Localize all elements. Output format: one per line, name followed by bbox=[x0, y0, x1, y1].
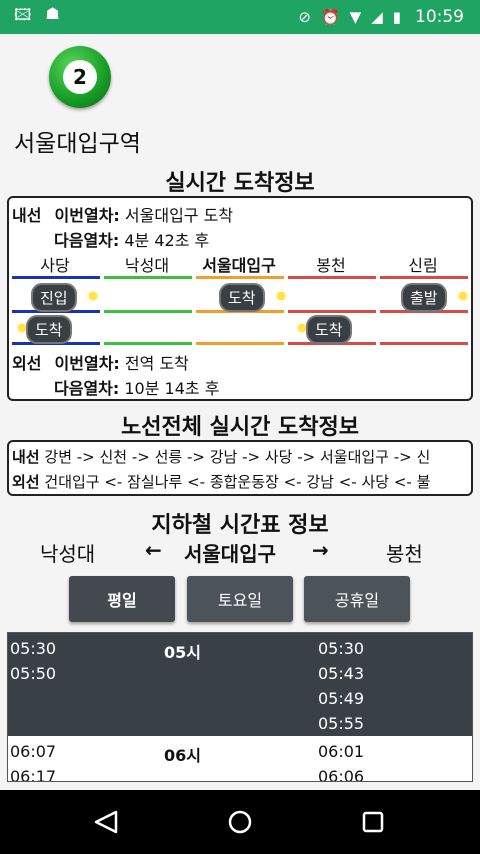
prev-station[interactable]: 낙성대 bbox=[40, 538, 95, 567]
station-title: 서울대입구역 bbox=[14, 131, 141, 157]
line-number: 2 bbox=[63, 60, 97, 94]
station-navigator: 낙성대 ← 서울대입구 → 봉천 bbox=[0, 538, 480, 568]
do-not-disturb-icon: ⊘ bbox=[298, 8, 311, 26]
train-light-icon bbox=[277, 292, 285, 300]
wifi-icon: ▼ bbox=[349, 8, 362, 26]
prev-arrow-icon[interactable]: ← bbox=[145, 538, 162, 562]
back-icon[interactable] bbox=[94, 810, 118, 834]
track-segment bbox=[196, 276, 284, 279]
time-left: 05:30 bbox=[10, 639, 57, 658]
all-lines-box[interactable]: 내선 강변 -> 신천 -> 선릉 -> 강남 -> 사당 -> 서울대입구 -… bbox=[7, 440, 473, 496]
time-left: 06:17 bbox=[10, 767, 57, 782]
outer-route: 건대입구 <- 잠실나루 <- 종합운동장 <- 강남 <- 사당 <- 불 bbox=[44, 473, 431, 491]
train-light-icon bbox=[298, 324, 306, 332]
current-station: 서울대입구 bbox=[184, 542, 276, 566]
inner-next-value: 4분 42초 후 bbox=[124, 231, 210, 250]
track-segment bbox=[12, 276, 100, 279]
timetable-title: 지하철 시간표 정보 bbox=[151, 513, 329, 538]
train-pill-arrived-outer[interactable]: 도착 bbox=[26, 315, 72, 344]
all-lines-title: 노선전체 실시간 도착정보 bbox=[121, 415, 359, 440]
train-pill-arrived-outer[interactable]: 도착 bbox=[306, 315, 352, 344]
train-light-icon bbox=[18, 324, 26, 332]
inner-route: 강변 -> 신천 -> 선릉 -> 강남 -> 사당 -> 서울대입구 -> 신 bbox=[44, 448, 431, 466]
inner-this-value: 서울대입구 도착 bbox=[124, 206, 234, 225]
train-pill-arrived[interactable]: 도착 bbox=[219, 283, 265, 312]
time-right: 05:49 bbox=[318, 689, 365, 708]
status-bar: 🖾 ☗ ⊘ ⏰ ▼ ◢ ▮ 10:59 bbox=[0, 0, 480, 34]
outer-this-label: 이번열차: bbox=[54, 354, 120, 373]
inner-next-label: 다음열차: bbox=[54, 231, 120, 250]
android-notification-icon: ☗ bbox=[45, 3, 60, 23]
inner-route-row: 내선 강변 -> 신천 -> 선릉 -> 강남 -> 사당 -> 서울대입구 -… bbox=[12, 446, 430, 467]
track-segment bbox=[196, 342, 284, 345]
inner-direction: 내선 bbox=[12, 206, 42, 225]
saturday-button[interactable]: 토요일 bbox=[187, 576, 293, 622]
next-arrow-icon[interactable]: → bbox=[312, 538, 329, 562]
inner-this-train: 내선 이번열차: 서울대입구 도착 bbox=[12, 202, 233, 226]
track-segment bbox=[104, 310, 192, 313]
inner-next-train: 다음열차: 4분 42초 후 bbox=[54, 227, 209, 251]
station-nakseongdae[interactable]: 낙성대 bbox=[101, 252, 193, 276]
track-segment bbox=[104, 342, 192, 345]
time-right: 06:06 bbox=[318, 767, 365, 782]
outer-next-value: 10분 14초 후 bbox=[124, 379, 220, 398]
recents-icon[interactable] bbox=[362, 811, 384, 833]
timetable-list[interactable]: 05:30 05:50 05시 05:30 05:43 05:49 05:55 … bbox=[7, 632, 473, 782]
train-pill-departed[interactable]: 출발 bbox=[401, 283, 447, 312]
train-pill-entering[interactable]: 진입 bbox=[31, 283, 77, 312]
station-seoul-univ[interactable]: 서울대입구 bbox=[193, 252, 285, 276]
track-segment bbox=[288, 276, 376, 279]
signal-icon: ◢ bbox=[371, 8, 383, 26]
timetable-hour-block: 06:07 06:17 06시 06:01 06:06 bbox=[8, 736, 472, 782]
hour-label: 05시 bbox=[164, 643, 201, 662]
next-station[interactable]: 봉천 bbox=[386, 538, 423, 567]
track-segment bbox=[380, 342, 468, 345]
track-segment bbox=[288, 310, 376, 313]
train-light-icon bbox=[89, 292, 97, 300]
outer-route-row: 외선 건대입구 <- 잠실나루 <- 종합운동장 <- 강남 <- 사당 <- … bbox=[12, 471, 430, 492]
station-sillim[interactable]: 신림 bbox=[377, 252, 469, 276]
image-notification-icon: 🖾 bbox=[14, 4, 32, 24]
time-right: 06:01 bbox=[318, 742, 365, 761]
time-right: 05:55 bbox=[318, 714, 365, 733]
track-segment bbox=[380, 276, 468, 279]
outer-this-value: 전역 도착 bbox=[124, 354, 189, 373]
station-bongcheon[interactable]: 봉천 bbox=[285, 252, 377, 276]
time-right: 05:30 bbox=[318, 639, 365, 658]
clock: 10:59 bbox=[415, 7, 464, 27]
time-right: 05:43 bbox=[318, 664, 365, 683]
inner-route-direction: 내선 bbox=[12, 448, 40, 466]
hour-label: 06시 bbox=[164, 746, 201, 765]
home-icon[interactable] bbox=[228, 810, 252, 834]
outer-next-train: 다음열차: 10분 14초 후 bbox=[54, 375, 219, 399]
battery-icon: ▮ bbox=[392, 8, 401, 26]
track-segment bbox=[104, 276, 192, 279]
station-sadang[interactable]: 사당 bbox=[9, 252, 101, 276]
outer-direction: 외선 bbox=[12, 354, 42, 373]
time-left: 05:50 bbox=[10, 664, 57, 683]
alarm-icon: ⏰ bbox=[320, 8, 340, 26]
time-left: 06:07 bbox=[10, 742, 57, 761]
line-badge: 2 bbox=[49, 46, 111, 108]
outer-route-direction: 외선 bbox=[12, 473, 40, 491]
outer-next-label: 다음열차: bbox=[54, 379, 120, 398]
realtime-title: 실시간 도착정보 bbox=[165, 171, 315, 196]
inner-this-label: 이번열차: bbox=[54, 206, 120, 225]
timetable-hour-block: 05:30 05:50 05시 05:30 05:43 05:49 05:55 bbox=[8, 633, 472, 736]
weekday-button[interactable]: 평일 bbox=[69, 576, 175, 622]
outer-this-train: 외선 이번열차: 전역 도착 bbox=[12, 350, 189, 374]
holiday-button[interactable]: 공휴일 bbox=[304, 576, 410, 622]
system-nav-bar bbox=[0, 790, 480, 854]
realtime-box: 내선 이번열차: 서울대입구 도착 다음열차: 4분 42초 후 사당 낙성대 … bbox=[7, 196, 473, 401]
train-light-icon bbox=[459, 292, 467, 300]
